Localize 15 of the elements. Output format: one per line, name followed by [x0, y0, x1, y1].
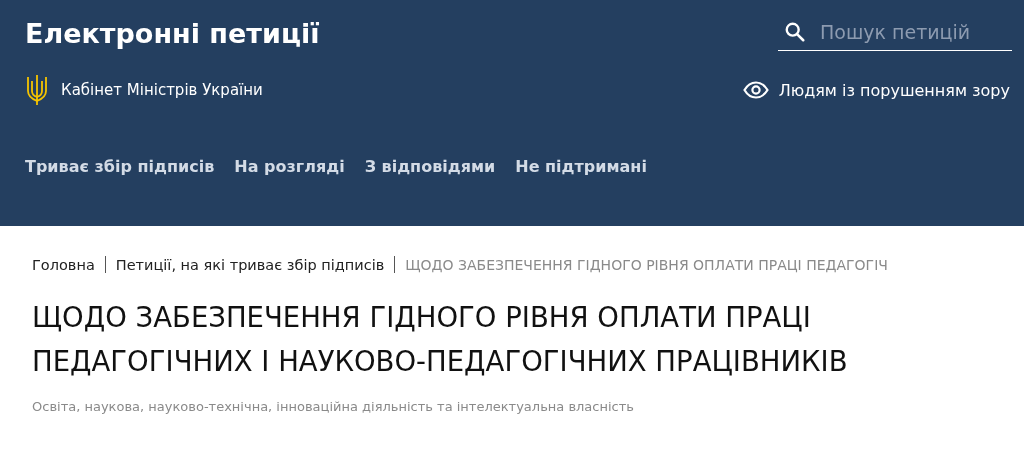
nav-link[interactable]: Не підтримані [515, 157, 647, 176]
search-field[interactable]: Пошук петицій [778, 20, 1012, 51]
site-title[interactable]: Електронні петиції [25, 18, 320, 49]
petition-title: ЩОДО ЗАБЕЗПЕЧЕННЯ ГІДНОГО РІВНЯ ОПЛАТИ ПРАЦІ ПЕДАГОГІЧНИХ І НАУКОВО-ПЕДАГОГІЧНИХ ПРАЦІВНИКІВ [32, 300, 849, 379]
nav-link[interactable]: Триває збір підписів [25, 157, 215, 176]
eye-icon [742, 81, 769, 99]
trident-icon [25, 73, 49, 107]
petition-category: Освіта, наукова, науково-технічна, інноваційна діяльність та інтелектуальна власність [32, 399, 635, 414]
breadcrumb-link[interactable]: Петиції, на які триває збір підписів [115, 256, 385, 273]
nav-link[interactable]: На розгляді [234, 157, 345, 176]
nav-link[interactable]: З відповідями [364, 157, 496, 176]
search-icon [784, 21, 806, 43]
accessibility-link[interactable]: Людям із порушенням зору [742, 80, 1010, 100]
breadcrumb-link[interactable]: Головна [32, 256, 95, 273]
organization-name: Кабінет Міністрів України [61, 81, 263, 99]
